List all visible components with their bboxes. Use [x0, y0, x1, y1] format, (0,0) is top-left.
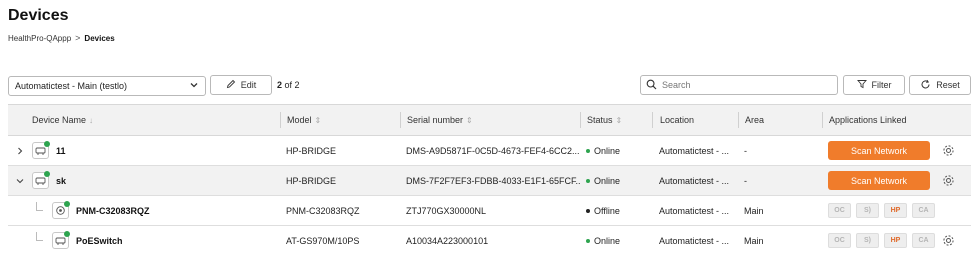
search-input[interactable]	[662, 80, 832, 90]
refresh-icon	[920, 79, 931, 92]
serial-cell: A10034A223000101	[406, 235, 489, 246]
edit-button[interactable]: Edit	[210, 75, 272, 95]
header-device-name[interactable]: Device Name ↓	[32, 105, 282, 135]
gear-icon[interactable]	[942, 166, 955, 195]
location-cell: Automatictest - ...	[659, 235, 730, 246]
camera-icon	[52, 201, 70, 219]
header-model[interactable]: Model ⇕	[280, 112, 400, 128]
breadcrumb: HealthPro-QAppp > Devices	[8, 33, 115, 43]
area-cell: Main	[744, 235, 764, 246]
gear-icon[interactable]	[942, 226, 955, 254]
area-cell: -	[744, 145, 747, 156]
status-cell: Offline	[580, 196, 652, 225]
status-dot	[586, 208, 590, 213]
tree-connector	[36, 232, 43, 241]
table-row[interactable]: sk HP-BRIDGE DMS-7F2F7EF3-FDBB-4033-E1F1…	[8, 166, 971, 196]
app-sound-icon[interactable]: S)	[856, 233, 879, 248]
serial-cell: DMS-A9D5871F-0C5D-4673-FEF4-6CC2...	[406, 145, 580, 156]
table-header: Device Name ↓ Model ⇕ Serial number ⇕ Statu…	[8, 105, 971, 136]
table-row[interactable]: 11 HP-BRIDGE DMS-A9D5871F-0C5D-4673-FEF4…	[8, 136, 971, 166]
switch-icon	[52, 231, 70, 249]
chevron-down-icon[interactable]	[16, 166, 24, 195]
device-name[interactable]: PoESwitch	[76, 236, 123, 246]
device-count: 2 of 2	[277, 80, 300, 90]
scan-network-button[interactable]: Scan Network	[828, 171, 930, 190]
device-name-cell: 11	[32, 136, 282, 165]
model-cell: AT-GS970M/10PS	[286, 235, 360, 246]
filter-button[interactable]: Filter	[843, 75, 905, 95]
status-dot	[586, 178, 590, 183]
device-name-cell: PNM-C32083RQZ	[52, 196, 302, 225]
filter-label: Filter	[871, 80, 892, 90]
model-cell: PNM-C32083RQZ	[286, 205, 360, 216]
model-cell: HP-BRIDGE	[286, 145, 337, 156]
location-cell: Automatictest - ...	[659, 175, 730, 186]
device-name[interactable]: PNM-C32083RQZ	[76, 206, 150, 216]
reset-button[interactable]: Reset	[909, 75, 971, 95]
device-name-cell: sk	[32, 166, 282, 195]
search-box[interactable]	[640, 75, 838, 95]
app-hp-icon[interactable]: HP	[884, 233, 907, 248]
header-serial[interactable]: Serial number ⇕	[400, 112, 580, 128]
status-cell: Online	[580, 136, 652, 165]
app-sound-icon[interactable]: S)	[856, 203, 879, 218]
scan-network-button[interactable]: Scan Network	[828, 141, 930, 160]
gear-icon[interactable]	[942, 136, 955, 165]
area-cell: Main	[744, 205, 764, 216]
reset-label: Reset	[936, 80, 960, 90]
bridge-icon	[32, 171, 50, 189]
serial-cell: ZTJ770GX30000NL	[406, 205, 487, 216]
app-oc-icon[interactable]: OC	[828, 203, 851, 218]
search-icon	[646, 79, 657, 92]
app-ca-icon[interactable]: CA	[912, 203, 935, 218]
app-oc-icon[interactable]: OC	[828, 233, 851, 248]
breadcrumb-current: Devices	[84, 33, 115, 43]
page-title: Devices	[8, 7, 69, 24]
area-cell: -	[744, 175, 747, 186]
status-cell: Online	[580, 226, 652, 254]
table-row[interactable]: PNM-C32083RQZ PNM-C32083RQZ ZTJ770GX3000…	[8, 196, 971, 226]
location-cell: Automatictest - ...	[659, 205, 730, 216]
site-select-value: Automatictest - Main (testlo)	[15, 81, 128, 91]
device-name[interactable]: sk	[56, 176, 66, 186]
model-cell: HP-BRIDGE	[286, 175, 337, 186]
breadcrumb-separator: >	[75, 33, 81, 43]
pencil-icon	[226, 79, 236, 91]
chevron-right-icon[interactable]	[16, 136, 24, 165]
device-name[interactable]: 11	[56, 146, 66, 156]
device-name-cell: PoESwitch	[52, 226, 302, 254]
edit-label: Edit	[240, 80, 257, 90]
header-apps: Applications Linked	[822, 112, 971, 128]
status-dot	[586, 148, 590, 153]
chevron-down-icon	[189, 80, 199, 92]
filter-icon	[856, 79, 867, 91]
status-cell: Online	[580, 166, 652, 195]
site-select[interactable]: Automatictest - Main (testlo)	[8, 76, 206, 96]
status-dot	[586, 238, 590, 243]
header-area: Area	[738, 112, 822, 128]
bridge-icon	[32, 141, 50, 159]
header-status[interactable]: Status ⇕	[580, 112, 652, 128]
count-current: 2	[277, 80, 283, 90]
count-total: of 2	[284, 80, 300, 90]
apps-cell: OC S) HP CA	[822, 196, 971, 225]
app-hp-icon[interactable]: HP	[884, 203, 907, 218]
serial-cell: DMS-7F2F7EF3-FDBB-4033-E1F1-65FCF...	[406, 175, 580, 186]
location-cell: Automatictest - ...	[659, 145, 730, 156]
devices-table: Device Name ↓ Model ⇕ Serial number ⇕ Statu…	[8, 104, 971, 254]
tree-connector	[36, 202, 43, 211]
app-ca-icon[interactable]: CA	[912, 233, 935, 248]
header-location: Location	[652, 112, 738, 128]
breadcrumb-parent[interactable]: HealthPro-QAppp	[8, 34, 71, 43]
table-row[interactable]: PoESwitch AT-GS970M/10PS A10034A22300010…	[8, 226, 971, 254]
